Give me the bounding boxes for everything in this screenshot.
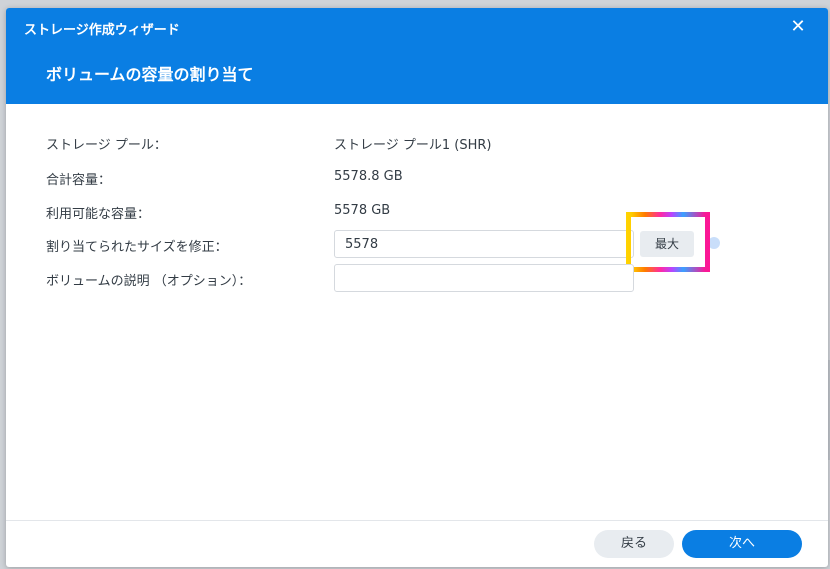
footer-divider (6, 520, 828, 521)
available-capacity-value: 5578 GB (334, 203, 391, 218)
close-icon[interactable]: ✕ (788, 17, 808, 37)
info-icon[interactable] (708, 237, 720, 249)
dialog-header: ストレージ作成ウィザード ✕ ボリュームの容量の割り当て (6, 8, 828, 104)
allocated-size-input[interactable] (334, 230, 634, 258)
volume-description-input[interactable] (334, 264, 634, 292)
total-capacity-label: 合計容量： (46, 173, 112, 188)
step-title: ボリュームの容量の割り当て (46, 65, 254, 84)
storage-pool-label: ストレージ プール： (46, 138, 167, 153)
available-capacity-label: 利用可能な容量： (46, 207, 151, 222)
back-button[interactable]: 戻る (594, 530, 674, 558)
allocated-size-label: 割り当てられたサイズを修正： (46, 240, 228, 255)
total-capacity-value: 5578.8 GB (334, 169, 403, 184)
next-button[interactable]: 次へ (682, 530, 802, 558)
window-title: ストレージ作成ウィザード (24, 23, 180, 38)
storage-pool-value: ストレージ プール1 (SHR) (334, 138, 492, 153)
max-size-button[interactable]: 最大 (640, 231, 694, 257)
volume-description-label: ボリュームの説明 （オプション）： (46, 274, 252, 289)
storage-wizard-dialog: ストレージ作成ウィザード ✕ ボリュームの容量の割り当て ストレージ プール： … (6, 8, 828, 567)
